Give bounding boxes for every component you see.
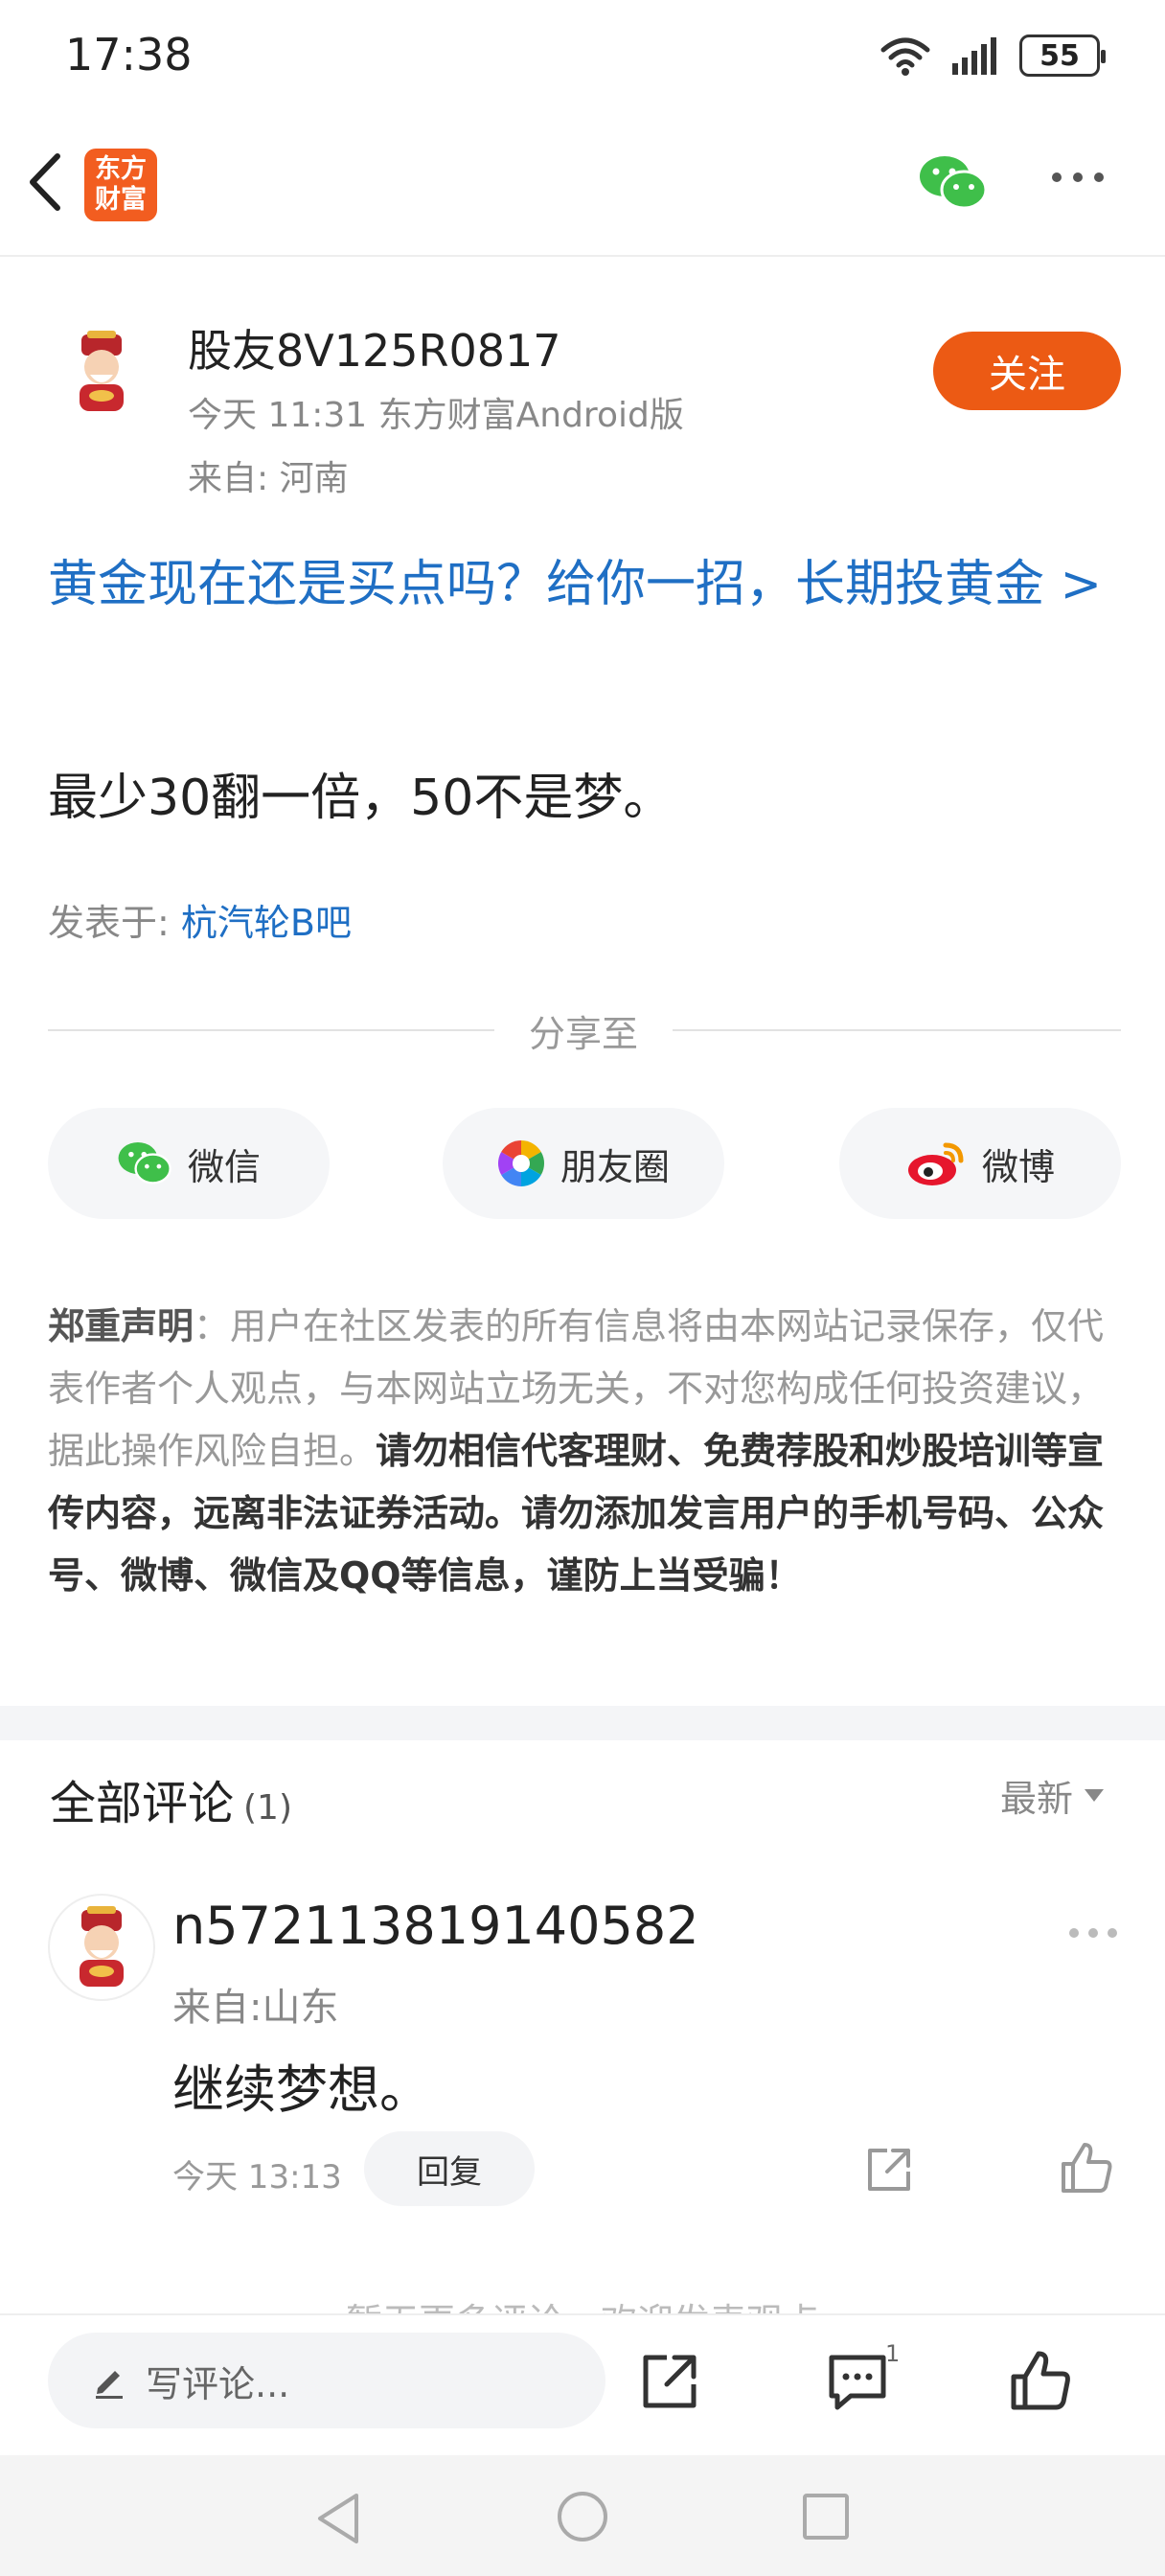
commenter-name[interactable]: n572113819140582 [172, 1896, 699, 1956]
origin-prefix: 发表于: [48, 902, 170, 944]
follow-button[interactable]: 关注 [933, 332, 1121, 410]
signal-icon [952, 37, 996, 75]
comment-count-badge: 1 [885, 2340, 901, 2367]
share-divider-left [48, 1029, 494, 1031]
share-moments-button[interactable]: 朋友圈 [443, 1108, 724, 1219]
weibo-icon [907, 1142, 964, 1185]
comment-like-icon[interactable] [1060, 2141, 1113, 2195]
app-logo[interactable]: 东方 财富 [84, 149, 157, 221]
comments-count: (1) [243, 1788, 293, 1828]
post-time-source: 今天 11:31 东方财富Android版 [188, 396, 684, 435]
commenter-avatar[interactable] [48, 1894, 155, 2001]
origin-forum-link[interactable]: 杭汽轮B吧 [181, 902, 352, 944]
wifi-icon [880, 37, 930, 76]
post-body: 最少30翻一倍，50不是梦。 [48, 770, 674, 827]
more-options-icon[interactable] [1052, 172, 1104, 182]
caret-down-icon [1085, 1789, 1105, 1802]
logo-line2: 财富 [95, 185, 147, 215]
comment-icon[interactable] [826, 2352, 889, 2411]
nav-back-icon[interactable] [314, 2492, 362, 2545]
nav-home-icon[interactable] [558, 2492, 607, 2542]
share-wechat-label: 微信 [187, 1145, 261, 1188]
caishen-avatar-icon [80, 1906, 124, 1987]
share-weibo-label: 微博 [981, 1145, 1055, 1188]
share-moments-label: 朋友圈 [560, 1145, 670, 1188]
caishen-avatar-icon [80, 331, 124, 411]
share-weibo-button[interactable]: 微博 [839, 1108, 1121, 1219]
back-icon[interactable] [21, 149, 69, 216]
comment-text: 继续梦想。 [172, 2059, 431, 2120]
battery-level: 55 [1039, 38, 1080, 73]
disclaimer-heading: 郑重声明 [48, 1305, 194, 1347]
status-time: 17:38 [65, 29, 193, 80]
post-origin: 发表于: 杭汽轮B吧 [48, 893, 352, 946]
reply-button[interactable]: 回复 [364, 2131, 535, 2206]
disclaimer: 郑重声明：用户在社区发表的所有信息将由本网站记录保存，仅代表作者个人观点，与本网… [48, 1296, 1121, 1607]
author-avatar[interactable] [48, 318, 155, 426]
share-icon[interactable] [640, 2352, 699, 2411]
share-divider-right [673, 1029, 1121, 1031]
author-name[interactable]: 股友8V125R0817 [188, 316, 561, 380]
commenter-location: 来自:山东 [172, 1986, 339, 2030]
section-separator [0, 1706, 1165, 1740]
comment-share-icon[interactable] [864, 2145, 914, 2195]
comments-header: 全部评论 (1) [50, 1765, 292, 1832]
sort-dropdown[interactable]: 最新 [1000, 1769, 1105, 1822]
nav-recents-icon[interactable] [803, 2494, 849, 2540]
share-label: 分享至 [529, 1013, 639, 1055]
sort-label: 最新 [1000, 1778, 1074, 1820]
comment-more-icon[interactable] [1069, 1928, 1117, 1938]
comments-title: 全部评论 [50, 1777, 235, 1830]
status-icons: 55 [879, 34, 1106, 77]
like-icon[interactable] [1010, 2350, 1071, 2411]
comment-placeholder: 写评论... [146, 2362, 290, 2405]
author-location: 来自: 河南 [188, 459, 349, 498]
wechat-share-icon[interactable] [918, 153, 989, 213]
write-comment-input[interactable]: 写评论... [48, 2333, 605, 2428]
logo-line1: 东方 [95, 154, 147, 184]
moments-icon [497, 1140, 544, 1186]
battery-icon: 55 [1019, 34, 1106, 77]
post-title-link[interactable]: 黄金现在还是买点吗？给你一招，长期投黄金 > [48, 554, 1131, 615]
comment-time: 今天 13:13 [172, 2158, 342, 2196]
share-wechat-button[interactable]: 微信 [48, 1108, 330, 1219]
header-divider [0, 255, 1165, 257]
pencil-icon [96, 2371, 123, 2399]
wechat-icon [118, 1142, 171, 1184]
